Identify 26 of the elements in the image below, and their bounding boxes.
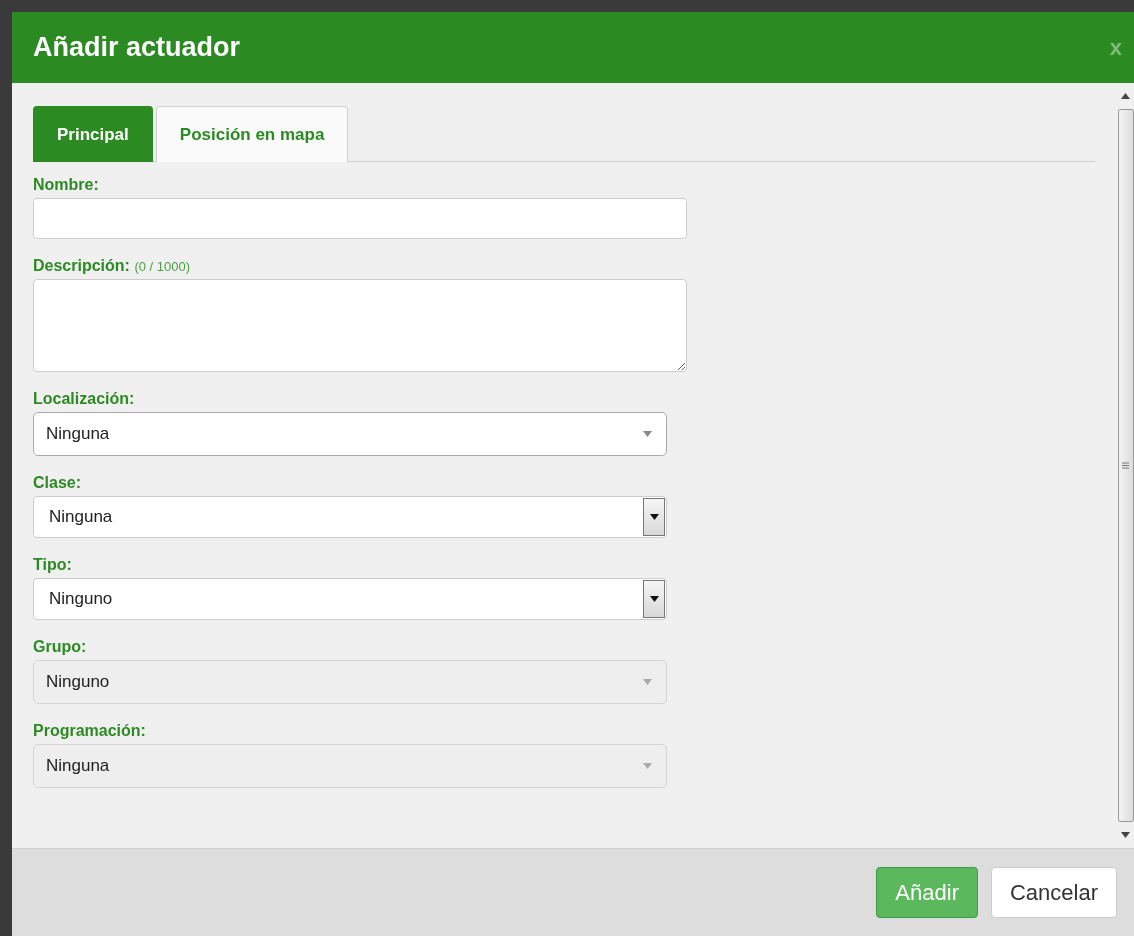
scroll-up-icon[interactable] — [1121, 93, 1130, 99]
caret-icon — [643, 679, 652, 685]
select-field[interactable]: Ninguna — [33, 412, 667, 456]
select-field[interactable]: Ninguna — [33, 496, 667, 538]
grip-icon — [1122, 462, 1129, 469]
field-label: Tipo: — [33, 556, 73, 574]
caret-icon — [649, 514, 659, 520]
field-label: Clase: — [33, 474, 83, 492]
character-counter: (0 / 1000) — [134, 259, 191, 274]
dropdown-button[interactable] — [643, 498, 665, 536]
tab[interactable]: Posición en mapa — [155, 106, 349, 162]
field-label: Localización: — [33, 390, 136, 408]
scroll-down-icon[interactable] — [1121, 832, 1130, 838]
caret-icon — [649, 596, 659, 602]
caret-icon — [643, 763, 652, 769]
dialog-title: Añadir actuador — [33, 32, 241, 63]
name-input[interactable] — [33, 198, 687, 239]
select-field[interactable]: Ninguno — [33, 578, 667, 620]
field-label: Nombre: — [33, 176, 100, 194]
field-label: Descripción: — [33, 257, 130, 274]
tab[interactable]: Principal — [33, 106, 153, 162]
dropdown-button[interactable] — [643, 580, 665, 618]
field-label: Grupo: — [33, 638, 88, 656]
caret-icon — [643, 431, 652, 437]
field-label: Programación: — [33, 722, 147, 740]
cancel-button[interactable]: Cancelar — [990, 867, 1117, 918]
